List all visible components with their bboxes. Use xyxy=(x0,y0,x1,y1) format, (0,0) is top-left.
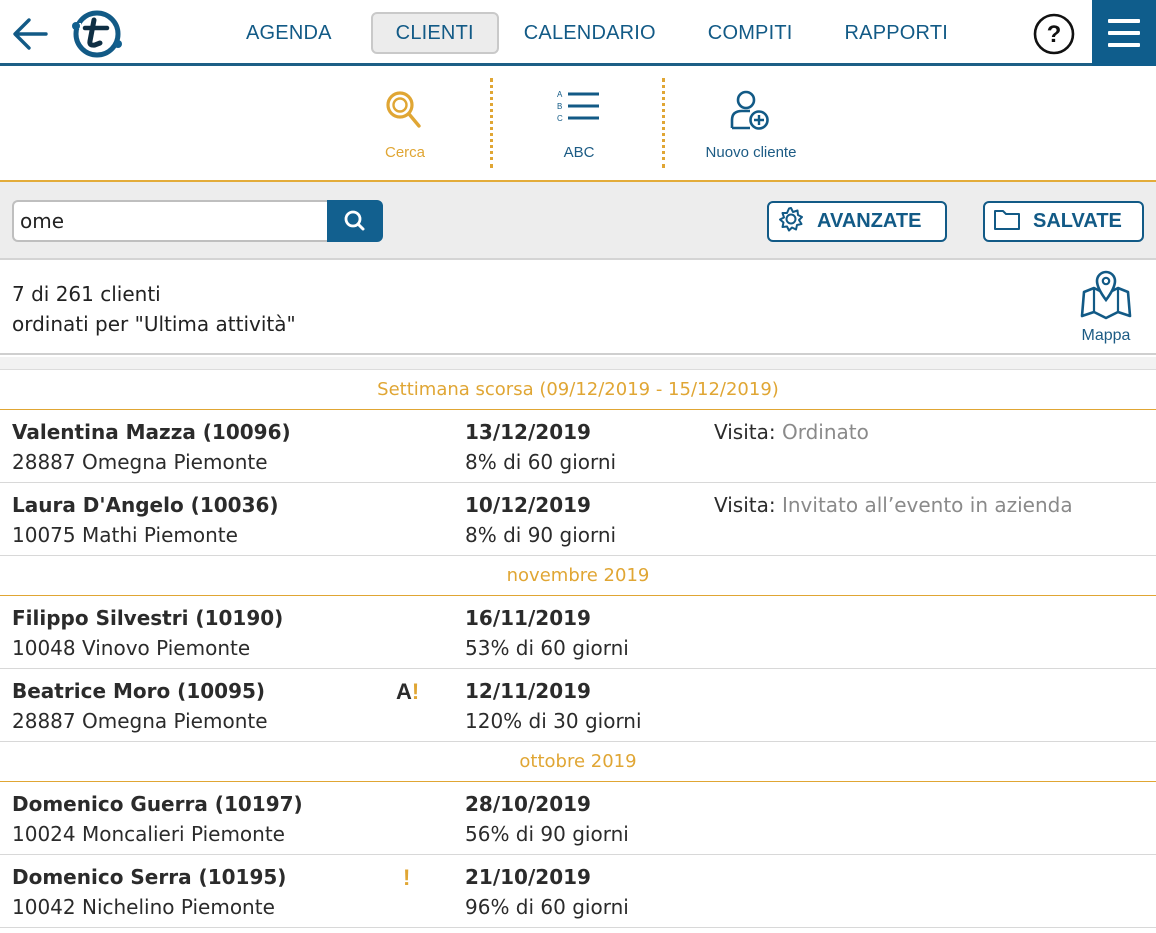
saved-searches-label: SALVATE xyxy=(1033,210,1122,232)
client-address: 10048 Vinovo Piemonte xyxy=(12,636,251,660)
client-name: Domenico Serra (10195) xyxy=(12,865,287,889)
help-glyph: ? xyxy=(1047,21,1062,48)
hamburger-menu-icon xyxy=(1108,19,1140,23)
visit-progress: 56% di 90 giorni xyxy=(465,822,629,846)
client-address: 10042 Nichelino Piemonte xyxy=(12,895,275,919)
client-row[interactable]: Domenico Guerra (10197) 10024 Moncalieri… xyxy=(0,782,1156,855)
tab-calendario[interactable]: CALENDARIO xyxy=(511,12,669,54)
tool-divider xyxy=(490,78,493,168)
tool-search-label: Cerca xyxy=(384,144,425,161)
results-summary: 7 di 261 clienti ordinati per "Ultima at… xyxy=(0,260,1156,355)
tab-rapporti[interactable]: RAPPORTI xyxy=(832,12,961,54)
client-row[interactable]: Domenico Serra (10195) 10042 Nichelino P… xyxy=(0,855,1156,928)
last-activity: Visita: Ordinato xyxy=(714,420,869,444)
client-row[interactable]: Filippo Silvestri (10190) 10048 Vinovo P… xyxy=(0,596,1156,669)
client-row[interactable]: Valentina Mazza (10096) 28887 Omegna Pie… xyxy=(0,410,1156,483)
last-activity: Visita: Invitato all’evento in azienda xyxy=(714,493,1073,517)
client-row[interactable]: Beatrice Moro (10095) 28887 Omegna Piemo… xyxy=(0,669,1156,742)
back-button[interactable] xyxy=(10,14,52,54)
warning-icon: ! xyxy=(411,679,420,704)
hamburger-line xyxy=(1108,43,1140,47)
saved-searches-button[interactable]: SALVATE xyxy=(983,201,1144,242)
client-address: 10024 Moncalieri Piemonte xyxy=(12,822,285,846)
group-header: ottobre 2019 xyxy=(0,742,1156,782)
client-name: Laura D'Angelo (10036) xyxy=(12,493,279,517)
alert-flag: A! xyxy=(396,679,419,705)
tools-bar: Cerca A B C ABC Nuovo cliente xyxy=(0,66,1156,182)
abc-letter-a: A xyxy=(557,90,563,99)
tab-agenda[interactable]: AGENDA xyxy=(233,12,345,54)
tool-abc-label: ABC xyxy=(563,144,595,161)
client-address: 28887 Omegna Piemonte xyxy=(12,709,268,733)
advanced-search-label: AVANZATE xyxy=(817,210,922,232)
client-list: Settimana scorsa (09/12/2019 - 15/12/201… xyxy=(0,370,1156,928)
alert-flag: ! xyxy=(403,865,410,891)
activity-label: Visita: xyxy=(714,420,776,444)
top-bar: AGENDA CLIENTI CALENDARIO COMPITI RAPPOR… xyxy=(0,0,1156,66)
tool-search[interactable]: Cerca xyxy=(320,66,490,180)
back-arrow-icon xyxy=(13,18,48,50)
search-input[interactable] xyxy=(12,200,328,242)
help-icon: ? xyxy=(1033,13,1075,55)
activity-value: Invitato all’evento in azienda xyxy=(775,493,1073,517)
app-logo[interactable] xyxy=(70,9,124,59)
last-activity-date: 12/11/2019 xyxy=(465,679,591,703)
search-bar: AVANZATE SALVATE xyxy=(0,182,1156,260)
add-user-icon xyxy=(730,90,769,130)
visit-progress: 8% di 60 giorni xyxy=(465,450,617,474)
map-label: Mappa xyxy=(1081,327,1131,344)
activity-value: Ordinato xyxy=(775,420,869,444)
list-spacer xyxy=(0,357,1156,370)
client-name: Valentina Mazza (10096) xyxy=(12,420,291,444)
map-pin-icon xyxy=(1080,270,1132,320)
client-name: Beatrice Moro (10095) xyxy=(12,679,266,703)
folder-icon xyxy=(993,206,1021,238)
group-header: novembre 2019 xyxy=(0,556,1156,596)
client-row[interactable]: Laura D'Angelo (10036) 10075 Mathi Piemo… xyxy=(0,483,1156,556)
tab-clienti[interactable]: CLIENTI xyxy=(370,12,499,54)
gear-icon xyxy=(777,205,805,239)
client-address: 28887 Omegna Piemonte xyxy=(12,450,268,474)
advanced-search-button[interactable]: AVANZATE xyxy=(767,201,947,242)
logo-icon xyxy=(71,10,122,58)
visit-progress: 96% di 60 giorni xyxy=(465,895,629,919)
last-activity-date: 16/11/2019 xyxy=(465,606,591,630)
hamburger-line xyxy=(1108,31,1140,35)
last-activity-date: 10/12/2019 xyxy=(465,493,591,517)
hamburger-menu-button[interactable] xyxy=(1092,0,1156,66)
client-name: Filippo Silvestri (10190) xyxy=(12,606,284,630)
last-activity-date: 28/10/2019 xyxy=(465,792,591,816)
abc-letter-c: C xyxy=(557,114,563,123)
map-button[interactable]: Mappa xyxy=(1072,270,1140,350)
results-count: 7 di 261 clienti xyxy=(12,282,161,306)
search-button[interactable] xyxy=(327,200,383,242)
tool-new-client-label: Nuovo cliente xyxy=(705,144,797,161)
client-address: 10075 Mathi Piemonte xyxy=(12,523,238,547)
visit-progress: 8% di 90 giorni xyxy=(465,523,617,547)
last-activity-date: 13/12/2019 xyxy=(465,420,591,444)
flag-a: A xyxy=(396,679,412,704)
magnifier-icon xyxy=(386,91,421,128)
visit-progress: 53% di 60 giorni xyxy=(465,636,629,660)
abc-list-icon: A B C xyxy=(557,90,599,123)
activity-label: Visita: xyxy=(714,493,776,517)
help-button[interactable]: ? xyxy=(1033,13,1075,55)
client-name: Domenico Guerra (10197) xyxy=(12,792,303,816)
results-sort-order: ordinati per "Ultima attività" xyxy=(12,312,296,336)
tool-new-client[interactable]: Nuovo cliente xyxy=(666,66,836,180)
tab-compiti[interactable]: COMPITI xyxy=(695,12,806,54)
visit-progress: 120% di 30 giorni xyxy=(465,709,642,733)
last-activity-date: 21/10/2019 xyxy=(465,865,591,889)
abc-letter-b: B xyxy=(557,102,562,111)
tool-divider xyxy=(662,78,665,168)
group-header: Settimana scorsa (09/12/2019 - 15/12/201… xyxy=(0,370,1156,410)
warning-icon: ! xyxy=(403,865,411,890)
main-nav: AGENDA CLIENTI CALENDARIO COMPITI RAPPOR… xyxy=(233,12,961,54)
search-icon xyxy=(344,210,365,231)
tool-abc[interactable]: A B C ABC xyxy=(494,66,664,180)
